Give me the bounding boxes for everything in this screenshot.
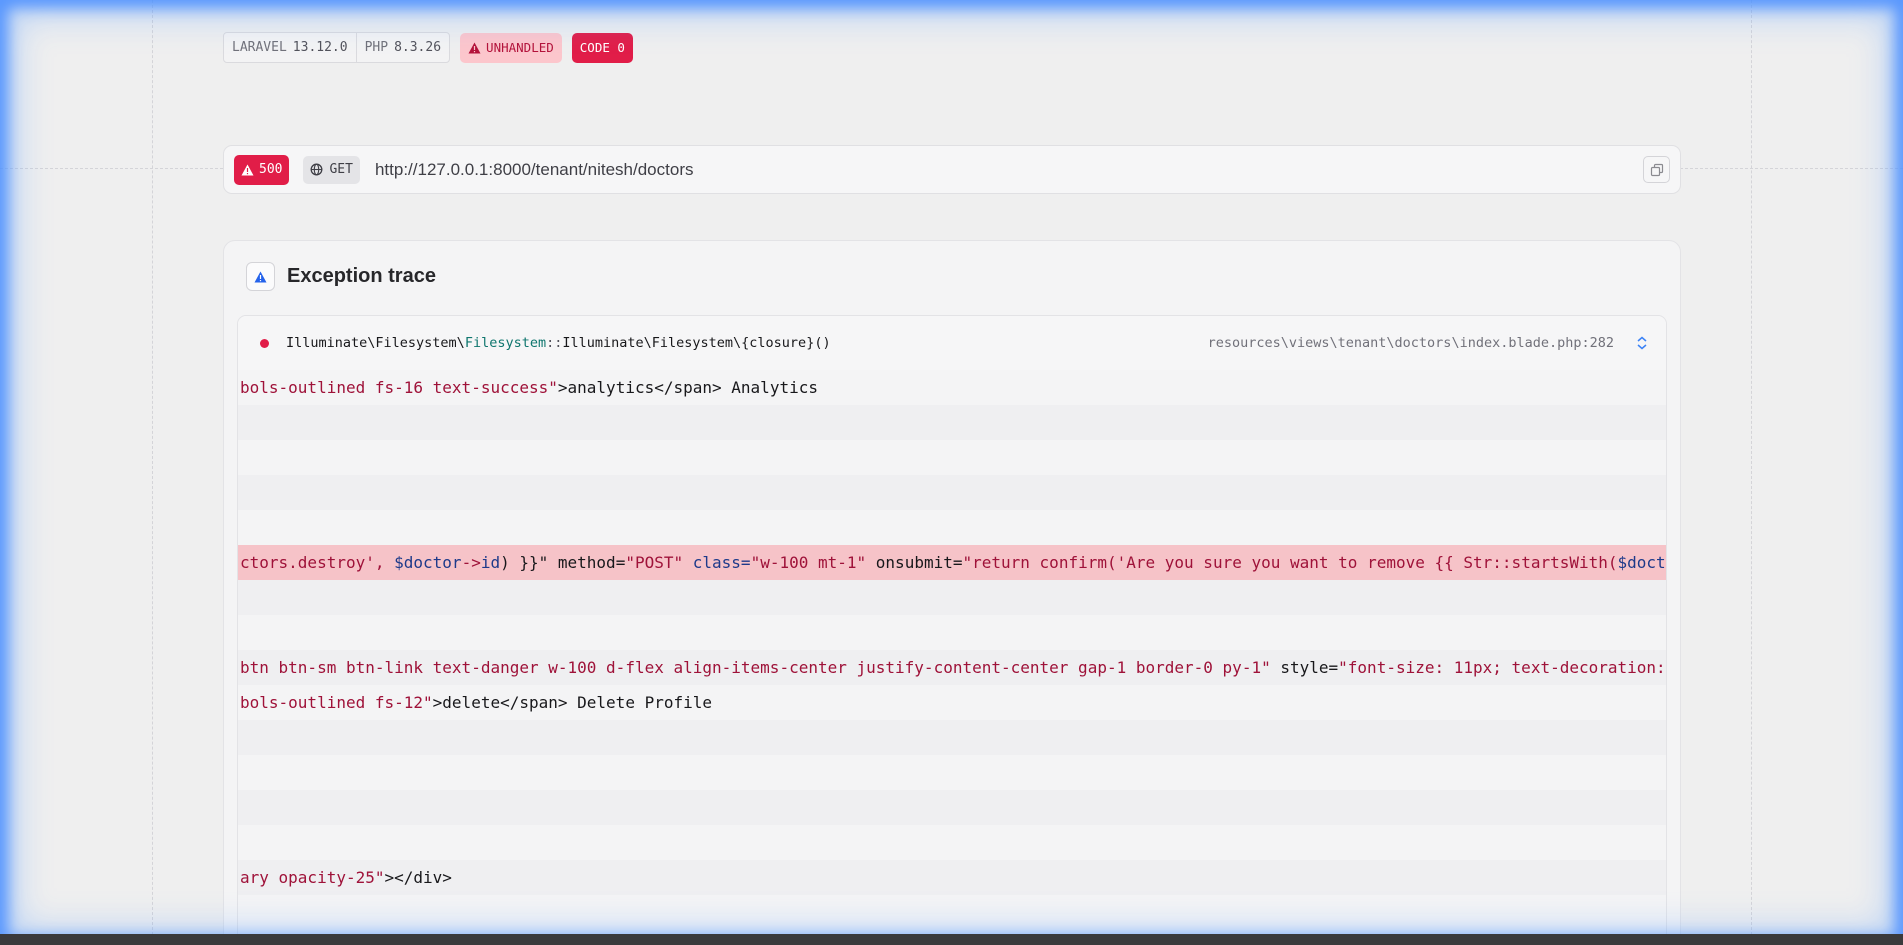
globe-icon [311, 163, 323, 176]
code-line: bols-outlined fs-12" >delete</span> Delet… [238, 685, 1666, 720]
code-token: ctors.destroy', [240, 553, 395, 572]
request-bar: 500 GET http://127.0.0.1:8000/tenant/nit… [223, 145, 1681, 194]
code-token: "font-size: 11px; text-decoration: [1338, 658, 1666, 677]
php-version: PHP 8.3.26 [355, 33, 449, 62]
fn-namespace: Illuminate\Filesystem\ [286, 335, 465, 351]
code-token: class= [683, 553, 751, 572]
exception-trace-card: Exception trace Illuminate\Filesystem\Fi… [223, 240, 1681, 945]
request-url: http://127.0.0.1:8000/tenant/nitesh/doct… [374, 159, 694, 179]
fn-separator: :: [546, 335, 563, 351]
trace-title: Exception trace [287, 265, 436, 287]
guide-line-right [1751, 0, 1752, 935]
chevrons-collapse-icon [1637, 336, 1647, 350]
code-token: "return confirm('Are you sure you want t… [962, 553, 1618, 572]
code-token: $doctor [394, 553, 462, 572]
alert-triangle-icon [254, 271, 267, 282]
copy-button[interactable] [1643, 156, 1670, 183]
code-token: -> [461, 553, 481, 572]
frame-function: Illuminate\Filesystem\Filesystem::Illumi… [286, 335, 831, 351]
code-token: "w-100 mt-1" [750, 553, 867, 572]
trace-frame[interactable]: Illuminate\Filesystem\Filesystem::Illumi… [237, 315, 1667, 945]
code-line [238, 720, 1666, 755]
code-token: bols-outlined fs-12" [240, 693, 433, 712]
frame-header[interactable]: Illuminate\Filesystem\Filesystem::Illumi… [238, 316, 1666, 370]
code-snippet: bols-outlined fs-16 text-success" >analyt… [238, 370, 1666, 930]
code-line [238, 405, 1666, 440]
php-label: PHP [364, 40, 389, 55]
laravel-version: LARAVEL 13.12.0 [224, 33, 356, 62]
frame-file: resources\views\tenant\doctors\index.bla… [1207, 335, 1614, 351]
code-line: ary opacity-25" ></div> [238, 860, 1666, 895]
code-line [238, 790, 1666, 825]
version-group: LARAVEL 13.12.0 PHP 8.3.26 [223, 32, 451, 63]
code-token: ) }}" method= [500, 553, 626, 572]
code-token: id [480, 553, 501, 572]
code-token: ary opacity-25" [240, 868, 385, 887]
version-badges: LARAVEL 13.12.0 PHP 8.3.26 UNHANDLED COD… [223, 32, 633, 63]
code-line-highlighted: ctors.destroy', $doctor -> id) }}" method=… [238, 545, 1666, 580]
code-line [238, 580, 1666, 615]
code-line [238, 475, 1666, 510]
code-token: >delete</span> Delete Profile [432, 693, 713, 712]
fn-method: Illuminate\Filesystem\{closure}() [562, 335, 831, 351]
unhandled-label: UNHANDLED [486, 40, 554, 55]
code-token: bols-outlined fs-16 text-success" [240, 378, 558, 397]
code-line: btn btn-sm btn-link text-danger w-100 d-… [238, 650, 1666, 685]
php-version-number: 8.3.26 [394, 40, 442, 55]
code-line: bols-outlined fs-16 text-success" >analyt… [238, 370, 1666, 405]
code-token: >analytics</span> Analytics [557, 378, 818, 397]
code-token: $docto [1617, 553, 1666, 572]
copy-icon [1650, 163, 1663, 176]
fn-class: Filesystem [464, 335, 547, 351]
code-token: "POST" [625, 553, 684, 572]
collapse-button[interactable] [1636, 336, 1648, 350]
code-badge: CODE 0 [571, 32, 633, 63]
laravel-label: LARAVEL [232, 40, 287, 55]
taskbar-edge [0, 934, 1903, 945]
code-token: ></div> [384, 868, 452, 887]
frame-dot [260, 338, 269, 348]
code-token: btn btn-sm btn-link text-danger w-100 d-… [240, 658, 1271, 677]
laravel-version-number: 13.12.0 [292, 40, 348, 55]
status-code: 500 [259, 162, 283, 177]
method-badge: GET [303, 155, 360, 184]
trace-icon-box [246, 262, 275, 291]
warning-icon [468, 42, 481, 53]
trace-header: Exception trace [246, 262, 436, 291]
unhandled-badge: UNHANDLED [460, 32, 562, 63]
method-label: GET [329, 162, 353, 177]
code-token: style= [1270, 658, 1339, 677]
status-badge: 500 [234, 154, 290, 185]
guide-line-left [152, 0, 153, 935]
code-token: onsubmit= [866, 553, 963, 572]
code-label: CODE 0 [579, 40, 625, 55]
warning-icon [241, 164, 254, 175]
